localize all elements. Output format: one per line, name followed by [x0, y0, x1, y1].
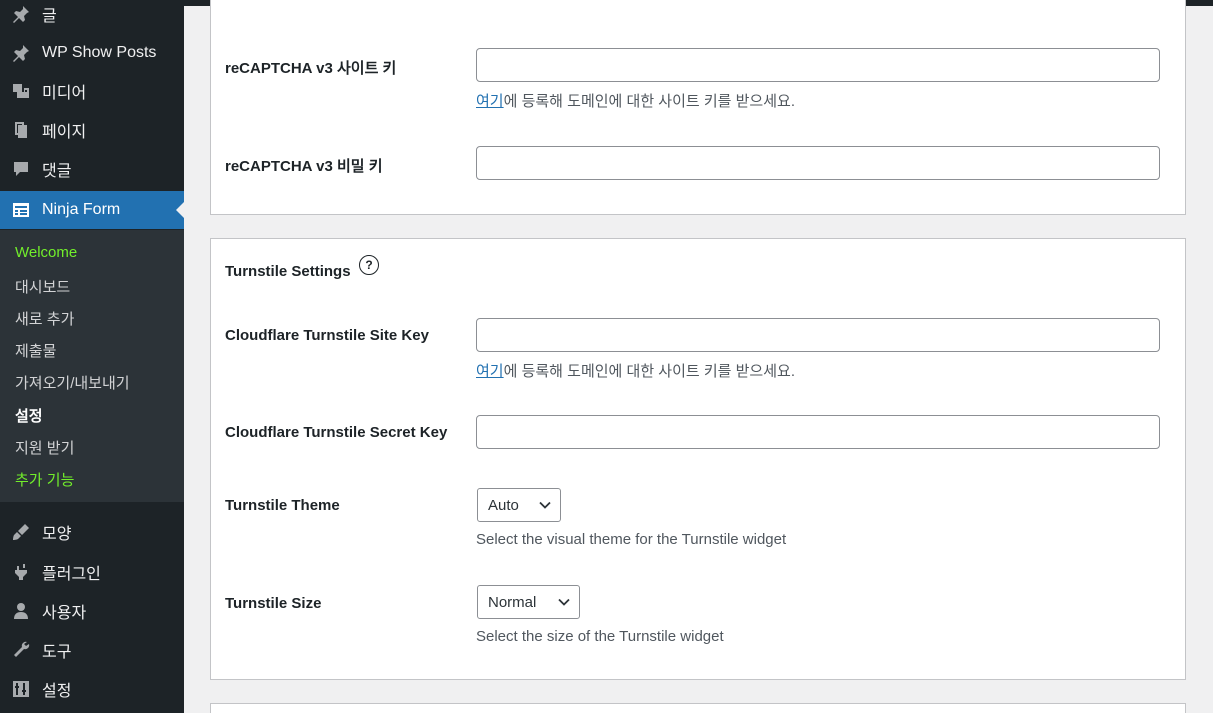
- menu-item-wp-show-posts[interactable]: WP Show Posts: [0, 34, 184, 72]
- settings-icon: [10, 678, 32, 700]
- turnstile-settings-box: Turnstile Settings ? Cloudflare Turnstil…: [210, 238, 1186, 680]
- help-icon[interactable]: ?: [359, 255, 379, 275]
- pin-icon: [10, 3, 32, 25]
- menu-item-posts[interactable]: 글: [0, 0, 184, 33]
- menu-item-media[interactable]: 미디어: [0, 72, 184, 110]
- recaptcha-site-key-input[interactable]: [476, 48, 1160, 82]
- submenu-settings[interactable]: 설정: [15, 405, 43, 426]
- menu-item-ninja-form[interactable]: Ninja Form: [0, 191, 184, 229]
- chevron-down-icon: [558, 598, 570, 606]
- select-value: Auto: [488, 496, 519, 514]
- brush-icon: [10, 521, 32, 543]
- recaptcha-site-key-description: 여기에 등록해 도메인에 대한 사이트 키를 받으세요.: [476, 90, 795, 111]
- select-value: Normal: [488, 593, 537, 611]
- menu-item-settings[interactable]: 설정: [0, 670, 184, 708]
- menu-item-pages[interactable]: 페이지: [0, 111, 184, 149]
- menu-item-plugins[interactable]: 플러그인: [0, 553, 184, 591]
- description-text: 에 등록해 도메인에 대한 사이트 키를 받으세요.: [503, 363, 795, 380]
- recaptcha-site-key-label: reCAPTCHA v3 사이트 키: [225, 60, 397, 77]
- admin-sidebar: 글 WP Show Posts 미디어 페이지 댓글 Ninja Form We…: [0, 0, 184, 713]
- menu-item-tools[interactable]: 도구: [0, 631, 184, 669]
- next-settings-box: [210, 703, 1186, 713]
- menu-item-appearance[interactable]: 모양: [0, 513, 184, 551]
- turnstile-theme-description: Select the visual theme for the Turnstil…: [476, 531, 787, 548]
- recaptcha-settings-box: reCAPTCHA v3 사이트 키 여기에 등록해 도메인에 대한 사이트 키…: [210, 0, 1186, 215]
- menu-label: 댓글: [42, 163, 72, 180]
- turnstile-site-key-label: Cloudflare Turnstile Site Key: [225, 327, 429, 344]
- submenu-get-help[interactable]: 지원 받기: [15, 437, 74, 458]
- menu-label: 사용자: [42, 605, 87, 622]
- menu-label: 페이지: [42, 124, 87, 141]
- media-icon: [10, 80, 32, 102]
- chevron-down-icon: [539, 501, 551, 509]
- menu-label: WP Show Posts: [42, 44, 157, 61]
- form-icon: [10, 199, 32, 221]
- menu-label: 모양: [42, 526, 72, 543]
- recaptcha-secret-key-input[interactable]: [476, 146, 1160, 180]
- submenu-submissions[interactable]: 제출물: [15, 340, 56, 361]
- menu-label: Ninja Form: [42, 201, 121, 218]
- ninja-form-submenu: Welcome 대시보드 새로 추가 제출물 가져오기/내보내기 설정 지원 받…: [0, 230, 184, 502]
- recaptcha-register-link[interactable]: 여기: [476, 93, 504, 110]
- turnstile-site-key-input[interactable]: [476, 318, 1160, 352]
- user-icon: [10, 600, 32, 622]
- pin-icon: [10, 42, 32, 64]
- description-text: 에 등록해 도메인에 대한 사이트 키를 받으세요.: [503, 93, 795, 110]
- menu-item-comments[interactable]: 댓글: [0, 150, 184, 188]
- submenu-dashboard[interactable]: 대시보드: [15, 276, 70, 297]
- turnstile-size-description: Select the size of the Turnstile widget: [476, 628, 724, 645]
- turnstile-secret-key-label: Cloudflare Turnstile Secret Key: [225, 424, 448, 441]
- turnstile-size-label: Turnstile Size: [225, 595, 322, 612]
- turnstile-register-link[interactable]: 여기: [476, 363, 504, 380]
- menu-label: 플러그인: [42, 566, 101, 583]
- turnstile-size-select[interactable]: Normal: [477, 585, 580, 619]
- submenu-add-ons[interactable]: 추가 기능: [15, 469, 74, 490]
- plugin-icon: [10, 561, 32, 583]
- submenu-add-new[interactable]: 새로 추가: [15, 308, 74, 329]
- menu-item-users[interactable]: 사용자: [0, 592, 184, 630]
- submenu-welcome[interactable]: Welcome: [15, 244, 77, 261]
- turnstile-site-key-description: 여기에 등록해 도메인에 대한 사이트 키를 받으세요.: [476, 360, 795, 381]
- recaptcha-secret-key-label: reCAPTCHA v3 비밀 키: [225, 158, 383, 175]
- submenu-import-export[interactable]: 가져오기/내보내기: [15, 372, 130, 393]
- menu-label: 미디어: [42, 85, 87, 102]
- pages-icon: [10, 119, 32, 141]
- comment-icon: [10, 158, 32, 180]
- wrench-icon: [10, 639, 32, 661]
- turnstile-theme-label: Turnstile Theme: [225, 497, 340, 514]
- turnstile-theme-select[interactable]: Auto: [477, 488, 561, 522]
- menu-label: 설정: [42, 683, 72, 700]
- turnstile-heading: Turnstile Settings: [225, 263, 351, 280]
- turnstile-secret-key-input[interactable]: [476, 415, 1160, 449]
- menu-label: 도구: [42, 644, 72, 661]
- menu-label: 글: [42, 8, 57, 25]
